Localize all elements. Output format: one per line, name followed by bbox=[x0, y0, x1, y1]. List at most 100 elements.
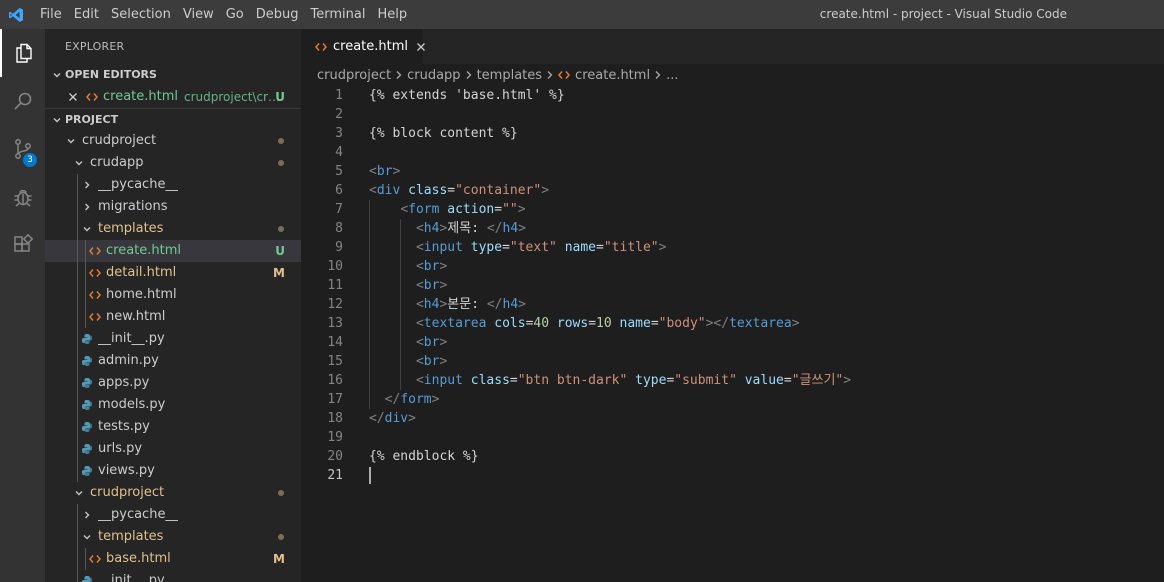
code-token: form bbox=[400, 392, 432, 407]
menu-help[interactable]: Help bbox=[371, 0, 413, 29]
tree-file--init-py[interactable]: __init__.py bbox=[45, 570, 301, 582]
chevron-down-icon bbox=[49, 109, 65, 131]
tree-file-tests-py[interactable]: tests.py bbox=[45, 416, 301, 438]
line-number: 21 bbox=[327, 468, 343, 483]
open-editor-name: create.html bbox=[103, 89, 179, 104]
indent-guide bbox=[400, 333, 402, 352]
line-number: 6 bbox=[335, 183, 343, 198]
menu-terminal[interactable]: Terminal bbox=[305, 0, 372, 29]
tree-file-urls-py[interactable]: urls.py bbox=[45, 438, 301, 460]
file-tree: crudproject crudapp __pycache__ migrations t… bbox=[45, 130, 301, 582]
menu-selection[interactable]: Selection bbox=[105, 0, 177, 29]
line-number: 14 bbox=[327, 335, 343, 350]
code-token: > bbox=[843, 373, 852, 388]
chevron-right-icon bbox=[395, 70, 403, 80]
tree-file-new-html[interactable]: new.html bbox=[45, 306, 301, 328]
indent-guide bbox=[77, 416, 78, 438]
breadcrumb-label: create.html bbox=[575, 67, 651, 83]
source-control-icon[interactable]: 3 bbox=[0, 125, 45, 173]
project-header[interactable]: PROJECT bbox=[45, 108, 301, 130]
close-icon[interactable] bbox=[416, 42, 426, 52]
close-icon[interactable] bbox=[65, 86, 81, 108]
code-token: = bbox=[509, 373, 518, 388]
tree-item-label: __pycache__ bbox=[98, 507, 179, 522]
menu-edit[interactable]: Edit bbox=[68, 0, 105, 29]
tree-file--init-py[interactable]: __init__.py bbox=[45, 328, 301, 350]
tree-folder-crudproject[interactable]: crudproject bbox=[45, 482, 301, 504]
menu-debug[interactable]: Debug bbox=[250, 0, 305, 29]
indent-guide bbox=[400, 314, 402, 333]
breadcrumb-item[interactable]: templates bbox=[477, 68, 542, 83]
extensions-icon[interactable] bbox=[0, 221, 45, 269]
tree-file-apps-py[interactable]: apps.py bbox=[45, 372, 301, 394]
code-token: br bbox=[423, 335, 440, 350]
tree-file-base-html[interactable]: base.html M bbox=[45, 548, 301, 570]
tree-file-views-py[interactable]: views.py bbox=[45, 460, 301, 482]
open-editor-item[interactable]: create.html crudproject\crud... U bbox=[45, 86, 301, 108]
chevron-down-icon bbox=[63, 130, 79, 152]
tree-folder--pycache-[interactable]: __pycache__ bbox=[45, 174, 301, 196]
code-token: class bbox=[408, 183, 448, 198]
code-token: textarea bbox=[729, 316, 792, 331]
tree-folder-templates[interactable]: templates bbox=[45, 526, 301, 548]
code-line: <br> bbox=[369, 333, 851, 352]
tree-file-admin-py[interactable]: admin.py bbox=[45, 350, 301, 372]
breadcrumb-item[interactable]: crudproject bbox=[317, 68, 391, 83]
line-number: 5 bbox=[335, 164, 343, 179]
tree-item-label: new.html bbox=[106, 309, 166, 324]
breadcrumb-item[interactable]: ... bbox=[666, 68, 678, 83]
tree-item-label: templates bbox=[98, 221, 164, 236]
tree-folder-migrations[interactable]: migrations bbox=[45, 196, 301, 218]
code-token: action bbox=[447, 202, 495, 217]
menu-go[interactable]: Go bbox=[220, 0, 250, 29]
indent-guide bbox=[369, 352, 370, 371]
code-content[interactable]: {% extends 'base.html' %} {% block conten… bbox=[369, 86, 851, 485]
debug-icon[interactable] bbox=[0, 173, 45, 221]
indent-guide bbox=[85, 240, 86, 262]
open-editors-header[interactable]: OPEN EDITORS bbox=[45, 64, 301, 86]
indent-guide bbox=[85, 548, 86, 570]
code-token: = bbox=[588, 316, 597, 331]
code-token: {% endblock %} bbox=[369, 449, 479, 464]
code-token: "submit" bbox=[674, 373, 737, 388]
code-token: > bbox=[392, 164, 401, 179]
search-icon[interactable] bbox=[0, 77, 45, 125]
tree-file-detail-html[interactable]: detail.html M bbox=[45, 262, 301, 284]
explorer-sidebar: EXPLORER OPEN EDITORS create.html crudpr… bbox=[45, 29, 301, 582]
tree-folder-templates[interactable]: templates bbox=[45, 218, 301, 240]
chevron-right-icon bbox=[79, 196, 95, 218]
code-line bbox=[369, 466, 851, 485]
chevron-right-icon bbox=[79, 174, 95, 196]
indent-guide bbox=[85, 284, 86, 306]
html-file-icon bbox=[87, 284, 103, 306]
breadcrumb-item[interactable]: crudapp bbox=[407, 68, 460, 83]
line-number: 16 bbox=[327, 373, 343, 388]
tree-folder-crudproject[interactable]: crudproject bbox=[45, 130, 301, 152]
sidebar-title: EXPLORER bbox=[65, 40, 125, 53]
indent-guide bbox=[77, 372, 78, 394]
code-line: </form> bbox=[369, 390, 851, 409]
menu-file[interactable]: File bbox=[34, 0, 68, 29]
chevron-down-icon bbox=[79, 218, 95, 240]
project-label: PROJECT bbox=[65, 112, 119, 126]
tree-folder-crudapp[interactable]: crudapp bbox=[45, 152, 301, 174]
indent-guide bbox=[77, 306, 78, 328]
tab-create-html[interactable]: create.html bbox=[301, 29, 426, 64]
code-token: > bbox=[439, 259, 448, 274]
menu-view[interactable]: View bbox=[177, 0, 220, 29]
tree-folder--pycache-[interactable]: __pycache__ bbox=[45, 504, 301, 526]
code-editor[interactable]: 1 2 3 4 5 6 7 8 9 10 11 12 13 14 15 16 17 18 19 20 21 {% ext… bbox=[301, 86, 1164, 582]
indent-guide bbox=[77, 240, 78, 262]
tree-file-create-html[interactable]: create.html U bbox=[45, 240, 301, 262]
indent-guide bbox=[77, 394, 78, 416]
tree-file-models-py[interactable]: models.py bbox=[45, 394, 301, 416]
breadcrumb-item[interactable]: create.html bbox=[558, 68, 650, 83]
indent-guide bbox=[77, 504, 78, 526]
text-cursor bbox=[369, 467, 371, 484]
tree-file-home-html[interactable]: home.html bbox=[45, 284, 301, 306]
explorer-icon[interactable] bbox=[0, 29, 45, 77]
